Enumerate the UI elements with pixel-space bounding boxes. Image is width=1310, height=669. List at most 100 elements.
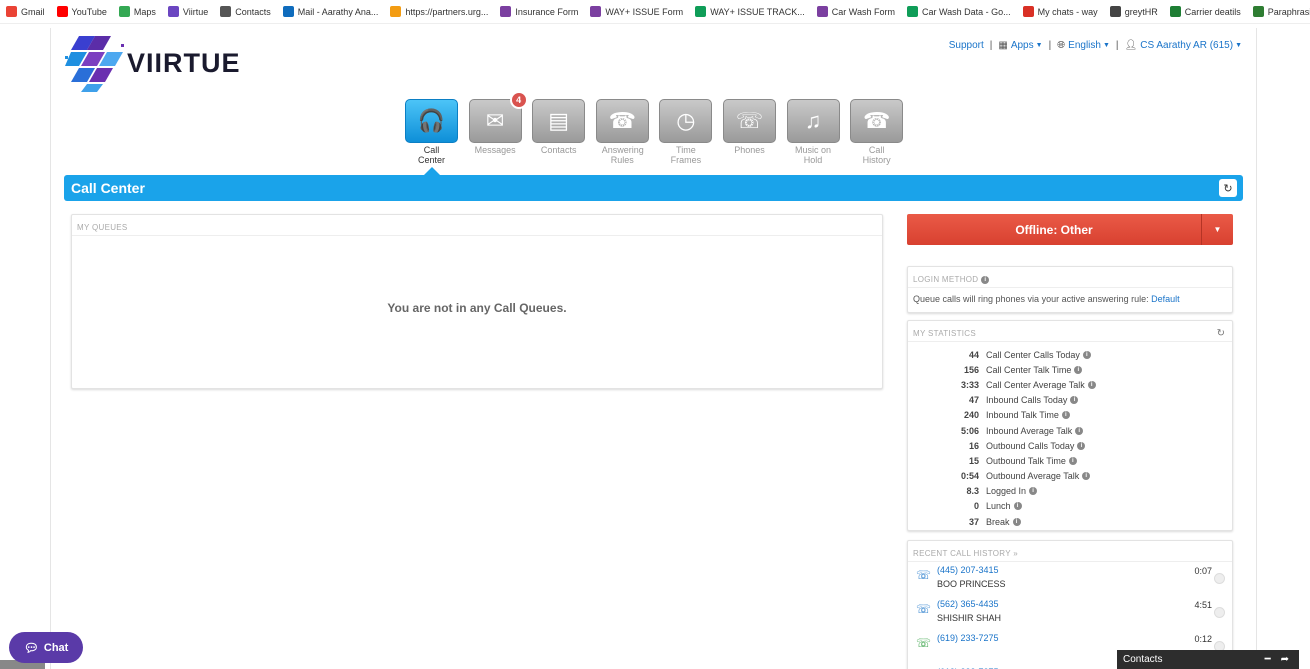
tile-call-center[interactable]: 🎧 Call Center <box>405 99 458 165</box>
bookmark-label: YouTube <box>71 6 107 17</box>
bookmark-item[interactable]: Maps <box>118 6 156 17</box>
support-link[interactable]: Support <box>949 40 984 51</box>
tile-label: Answering Rules <box>601 145 644 165</box>
refresh-button[interactable]: ↻ <box>1219 179 1237 197</box>
default-rule-link[interactable]: Default <box>1151 294 1180 304</box>
bookmark-item[interactable]: WAY+ ISSUE Form <box>590 6 683 17</box>
tile-contacts[interactable]: ▤ Contacts <box>532 99 586 165</box>
logo-text: VIIRTUE <box>127 48 241 78</box>
statistic-value: 44 <box>968 349 979 360</box>
agent-status-button[interactable]: Offline: Other ▼ <box>907 214 1233 245</box>
call-history-icon: ☎ <box>850 99 904 143</box>
user-icon: 👤︎ <box>1124 40 1138 51</box>
user-menu[interactable]: 👤︎ CS Aarathy AR (615) ▼ <box>1125 40 1242 51</box>
bookmark-favicon-icon <box>816 6 828 17</box>
logo-mark-icon <box>65 36 124 92</box>
globe-icon: 🌐︎ <box>1057 40 1066 51</box>
call-history-row[interactable]: ☏ (562) 365-4435 SHISHIR SHAH 4:51 <box>908 596 1232 630</box>
info-icon[interactable]: i <box>1075 426 1084 435</box>
statistic-value: 0:54 <box>960 471 979 482</box>
bookmark-label: Paraphrasing Tool -... <box>1267 6 1310 17</box>
recent-call-history-link[interactable]: RECENT CALL HISTORY » <box>913 549 1018 558</box>
bookmark-item[interactable]: Viirtue <box>167 6 208 17</box>
bookmark-label: greytHR <box>1124 6 1158 17</box>
bookmark-item[interactable]: Car Wash Data - Go... <box>906 6 1011 17</box>
my-statistics-header: MY STATISTICS <box>908 321 1232 342</box>
apps-menu[interactable]: ▦ Apps ▼ <box>998 40 1042 51</box>
statistic-label: Inbound Talk Time i <box>986 410 1070 420</box>
status-dropdown-toggle[interactable]: ▼ <box>1201 214 1233 245</box>
bookmark-item[interactable]: YouTube <box>56 6 107 17</box>
music-icon: ♫ <box>786 99 840 143</box>
bookmark-item[interactable]: Gmail <box>6 6 45 17</box>
info-icon[interactable]: i <box>1061 411 1070 420</box>
contacts-dock[interactable]: Contacts ━ ➦ <box>1117 650 1299 669</box>
bookmark-label: Carrier deatils <box>1184 6 1241 17</box>
unread-count-badge: 4 <box>509 91 528 109</box>
call-action-dot[interactable] <box>1214 573 1225 584</box>
login-method-header: LOGIN METHOD i <box>908 267 1232 288</box>
bookmark-item[interactable]: My chats - way <box>1022 6 1098 17</box>
info-icon[interactable]: i <box>1087 380 1096 389</box>
info-icon[interactable]: i <box>1082 350 1091 359</box>
statistic-row: 5:06 Inbound Average Talk i <box>908 423 1232 438</box>
tile-messages[interactable]: ✉ 4 Messages <box>468 91 528 165</box>
bookmark-favicon-icon <box>118 6 130 17</box>
bookmark-favicon-icon <box>220 6 232 17</box>
bookmark-item[interactable]: Mail - Aarathy Ana... <box>282 6 378 17</box>
grid-icon: ▦ <box>998 40 1008 51</box>
tile-call-history[interactable]: ☎ Call History <box>850 99 904 165</box>
tile-label: Call Center <box>417 145 445 165</box>
bookmark-item[interactable]: Insurance Form <box>500 6 578 17</box>
tile-answering-rules[interactable]: ☎ Answering Rules <box>595 99 649 165</box>
language-label: English <box>1068 40 1101 51</box>
statistic-label: Call Center Calls Today i <box>986 350 1091 360</box>
tile-label: Music on Hold <box>795 145 832 165</box>
statistic-value: 3:33 <box>960 379 979 390</box>
call-action-dot[interactable] <box>1214 607 1225 618</box>
statistic-label: Outbound Talk Time i <box>986 456 1077 466</box>
info-icon[interactable]: i <box>1074 365 1083 374</box>
call-duration: 0:07 <box>1194 566 1212 576</box>
call-number[interactable]: (619) 233-7275 <box>937 633 1232 643</box>
info-icon[interactable]: i <box>981 275 990 284</box>
bookmark-favicon-icon <box>590 6 602 17</box>
statistic-row: 15 Outbound Talk Time i <box>908 453 1232 468</box>
bookmark-item[interactable]: Contacts <box>220 6 271 17</box>
bookmark-item[interactable]: Paraphrasing Tool -... <box>1252 6 1310 17</box>
call-number[interactable]: (562) 365-4435 <box>937 599 1232 609</box>
info-icon[interactable]: i <box>1013 502 1022 511</box>
popout-arrow-icon[interactable]: ➦ <box>1281 654 1289 665</box>
info-icon[interactable]: i <box>1029 487 1038 496</box>
call-history-row[interactable]: ☏ (445) 207-3415 BOO PRINCESS 0:07 <box>908 562 1232 596</box>
language-menu[interactable]: 🌐︎ English ▼ <box>1057 40 1110 51</box>
minimize-icon[interactable]: ━ <box>1265 654 1271 665</box>
statistic-label: Logged In i <box>986 486 1038 496</box>
bookmark-item[interactable]: WAY+ ISSUE TRACK... <box>695 6 805 17</box>
info-icon[interactable]: i <box>1068 456 1077 465</box>
bookmark-label: Gmail <box>21 6 45 17</box>
bookmark-item[interactable]: Car Wash Form <box>816 6 895 17</box>
viirtue-logo[interactable]: VIIRTUE <box>65 30 245 96</box>
app-tiles-toolbar: 🎧 Call Center ✉ 4 Messages ▤ Contacts ☎ Answerin… <box>405 91 914 165</box>
info-icon[interactable]: i <box>1082 472 1091 481</box>
phone-rules-icon: ☎ <box>595 99 649 143</box>
refresh-stats-icon[interactable]: ↻ <box>1217 328 1225 339</box>
statistic-label: Inbound Calls Today i <box>986 395 1079 405</box>
info-icon[interactable]: i <box>1077 441 1086 450</box>
call-number[interactable]: (445) 207-3415 <box>937 565 1232 575</box>
bookmark-favicon-icon <box>6 6 17 17</box>
info-icon[interactable]: i <box>1012 517 1021 526</box>
bookmark-item[interactable]: https://partners.urg... <box>390 6 488 17</box>
call-duration: 0:12 <box>1194 634 1212 644</box>
tile-phones[interactable]: ☏ Phones <box>722 99 776 165</box>
bookmark-favicon-icon <box>1022 6 1034 17</box>
tile-time-frames[interactable]: ◷ Time Frames <box>659 99 713 165</box>
tile-music-on-hold[interactable]: ♫ Music on Hold <box>786 99 840 165</box>
info-icon[interactable]: i <box>1070 396 1079 405</box>
bookmark-favicon-icon <box>1109 6 1121 17</box>
bookmark-item[interactable]: Carrier deatils <box>1169 6 1241 17</box>
statistic-row: 156 Call Center Talk Time i <box>908 362 1232 377</box>
bookmark-item[interactable]: greytHR <box>1109 6 1158 17</box>
chat-button[interactable]: 💬︎ Chat <box>9 632 83 663</box>
